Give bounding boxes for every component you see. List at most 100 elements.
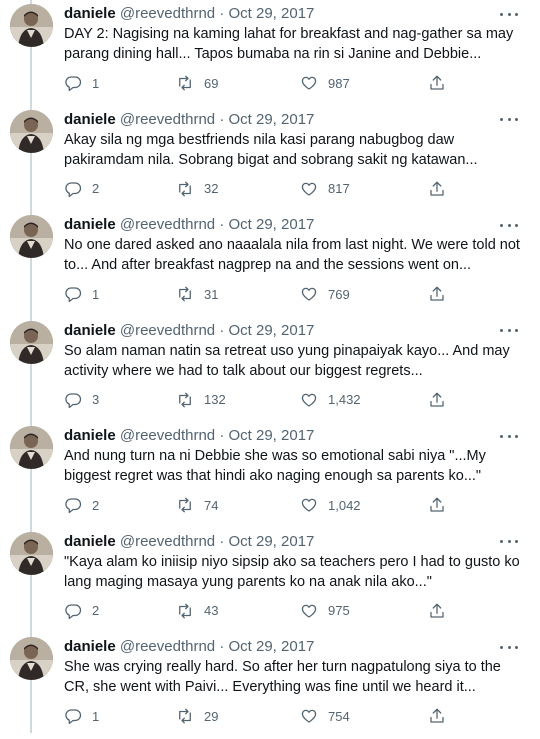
- retweet-count: 74: [204, 497, 219, 513]
- user-handle[interactable]: @reevedthrnd: [120, 216, 215, 233]
- retweet-icon: [179, 75, 191, 91]
- separator-dot: ·: [219, 532, 225, 550]
- retweet-button[interactable]: 32: [176, 178, 218, 200]
- tweet-date[interactable]: Oct 29, 2017: [228, 111, 314, 128]
- like-button[interactable]: 975: [300, 600, 350, 622]
- avatar[interactable]: [10, 109, 53, 153]
- more-icon[interactable]: [500, 110, 518, 130]
- user-handle[interactable]: @reevedthrnd: [120, 322, 215, 339]
- reply-icon: [65, 498, 82, 514]
- reply-button[interactable]: 2: [64, 600, 99, 622]
- reply-button[interactable]: 1: [64, 283, 99, 305]
- avatar[interactable]: [10, 215, 53, 258]
- retweet-button[interactable]: 69: [176, 72, 218, 94]
- retweet-button[interactable]: 43: [176, 600, 218, 622]
- tweet[interactable]: daniele @reevedthrnd · Oct 29, 2017 DAY …: [0, 0, 540, 106]
- like-count: 817: [328, 181, 350, 196]
- share-button[interactable]: [428, 705, 446, 727]
- reply-count: 1: [92, 708, 100, 724]
- share-button[interactable]: [428, 494, 446, 516]
- avatar[interactable]: [10, 637, 53, 680]
- like-count: 987: [328, 75, 350, 91]
- display-name[interactable]: daniele: [64, 5, 116, 22]
- heart-icon: [301, 76, 317, 90]
- avatar[interactable]: [10, 426, 53, 469]
- tweet[interactable]: daniele @reevedthrnd · Oct 29, 2017 Akay…: [0, 106, 540, 212]
- avatar[interactable]: [10, 4, 53, 47]
- tweet-date[interactable]: Oct 29, 2017: [228, 533, 314, 550]
- more-icon[interactable]: [500, 215, 518, 235]
- tweet[interactable]: daniele @reevedthrnd · Oct 29, 2017 And …: [0, 422, 540, 528]
- separator-dot: ·: [219, 110, 225, 128]
- display-name[interactable]: daniele: [64, 216, 116, 233]
- tweet-actions: 2 43 975: [64, 600, 464, 622]
- display-name[interactable]: daniele: [64, 638, 116, 655]
- display-name[interactable]: daniele: [64, 322, 116, 339]
- like-count: 1,042: [328, 497, 361, 513]
- display-name[interactable]: daniele: [64, 533, 116, 550]
- more-icon[interactable]: [500, 321, 518, 341]
- tweet[interactable]: daniele @reevedthrnd · Oct 29, 2017 So a…: [0, 317, 540, 423]
- more-icon[interactable]: [500, 4, 518, 24]
- retweet-button[interactable]: 74: [176, 494, 218, 516]
- user-handle[interactable]: @reevedthrnd: [120, 533, 215, 550]
- retweet-button[interactable]: 132: [176, 389, 226, 411]
- tweet[interactable]: daniele @reevedthrnd · Oct 29, 2017 She …: [0, 633, 540, 739]
- tweet-date[interactable]: Oct 29, 2017: [228, 638, 314, 655]
- tweet-date[interactable]: Oct 29, 2017: [228, 5, 314, 22]
- like-button[interactable]: 754: [300, 705, 350, 727]
- reply-count: 2: [92, 497, 100, 513]
- more-icon[interactable]: [500, 532, 518, 552]
- like-button[interactable]: 769: [300, 283, 350, 305]
- reply-button[interactable]: 1: [64, 705, 99, 727]
- share-button[interactable]: [428, 72, 446, 94]
- reply-icon: [65, 287, 82, 303]
- avatar[interactable]: [10, 320, 53, 364]
- tweet-date[interactable]: Oct 29, 2017: [228, 427, 314, 444]
- like-button[interactable]: 1,042: [300, 494, 361, 516]
- tweet-text: So alam naman natin sa retreat uso yung …: [64, 342, 510, 379]
- tweet[interactable]: daniele @reevedthrnd · Oct 29, 2017 "Kay…: [0, 528, 540, 634]
- user-handle[interactable]: @reevedthrnd: [120, 5, 215, 22]
- user-handle[interactable]: @reevedthrnd: [120, 427, 215, 444]
- tweet-date[interactable]: Oct 29, 2017: [228, 216, 314, 233]
- reply-button[interactable]: 2: [64, 494, 99, 516]
- reply-button[interactable]: 3: [64, 389, 99, 411]
- share-button[interactable]: [428, 600, 446, 622]
- tweet-text: She was crying really hard. So after her…: [64, 659, 501, 695]
- tweet-header: daniele @reevedthrnd · Oct 29, 2017: [64, 4, 520, 24]
- like-button[interactable]: 1,432: [300, 389, 361, 411]
- more-icon[interactable]: [500, 637, 518, 657]
- tweet-thread: daniele @reevedthrnd · Oct 29, 2017 DAY …: [0, 0, 540, 733]
- share-button[interactable]: [428, 389, 446, 411]
- display-name[interactable]: daniele: [64, 111, 116, 128]
- retweet-button[interactable]: 29: [176, 705, 218, 727]
- share-button[interactable]: [428, 283, 446, 305]
- user-handle[interactable]: @reevedthrnd: [120, 111, 215, 128]
- retweet-count: 69: [204, 75, 219, 91]
- tweet-text: Akay sila ng mga bestfriends nila kasi p…: [64, 131, 478, 168]
- retweet-count: 32: [204, 181, 219, 196]
- share-icon: [430, 708, 444, 723]
- display-name[interactable]: daniele: [64, 427, 116, 444]
- tweet-actions: 2 74 1,042: [64, 494, 464, 516]
- tweet-header: daniele @reevedthrnd · Oct 29, 2017: [64, 321, 520, 341]
- share-button[interactable]: [428, 178, 446, 200]
- retweet-button[interactable]: 31: [176, 283, 218, 305]
- tweet-actions: 1 69 987: [64, 72, 464, 94]
- avatar[interactable]: [10, 531, 53, 575]
- retweet-icon: [179, 392, 191, 407]
- tweet-date[interactable]: Oct 29, 2017: [228, 322, 314, 339]
- more-icon[interactable]: [500, 426, 518, 446]
- tweet-actions: 3 132 1,432: [64, 389, 464, 411]
- like-button[interactable]: 987: [300, 72, 350, 94]
- reply-button[interactable]: 1: [64, 72, 99, 94]
- tweet-text: DAY 2: Nagising na kaming lahat for brea…: [64, 26, 514, 62]
- user-handle[interactable]: @reevedthrnd: [120, 638, 215, 655]
- reply-icon: [65, 392, 82, 408]
- retweet-icon: [179, 497, 191, 513]
- like-button[interactable]: 817: [300, 178, 350, 200]
- reply-button[interactable]: 2: [64, 178, 99, 200]
- separator-dot: ·: [219, 5, 225, 22]
- tweet[interactable]: daniele @reevedthrnd · Oct 29, 2017 No o…: [0, 211, 540, 317]
